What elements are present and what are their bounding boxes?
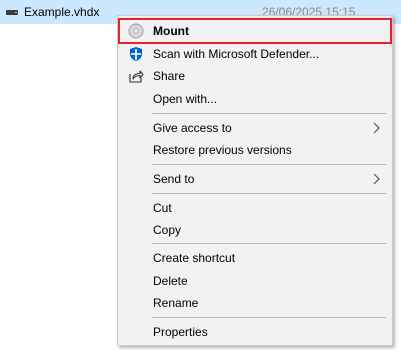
menu-item-label: Scan with Microsoft Defender... [153, 47, 320, 61]
menu-item-properties[interactable]: Properties [118, 321, 392, 343]
defender-shield-icon [128, 46, 144, 62]
chevron-right-icon [369, 172, 383, 186]
menu-item-mount[interactable]: Mount [118, 20, 392, 42]
menu-item-label: Delete [153, 274, 188, 288]
menu-item-label: Cut [153, 201, 172, 215]
menu-item-share[interactable]: Share [118, 65, 392, 87]
menu-item-open-with[interactable]: Open with... [118, 88, 392, 110]
menu-separator [152, 243, 386, 244]
menu-item-defender-scan[interactable]: Scan with Microsoft Defender... [118, 43, 392, 65]
menu-item-label: Share [153, 69, 186, 83]
menu-separator [152, 317, 386, 318]
file-name: Example.vhdx [24, 5, 100, 19]
menu-item-copy[interactable]: Copy [118, 219, 392, 241]
menu-item-give-access[interactable]: Give access to [118, 117, 392, 139]
menu-item-label: Open with... [153, 92, 218, 106]
chevron-right-icon [369, 121, 383, 135]
menu-item-label: Properties [153, 325, 208, 339]
menu-separator [152, 113, 386, 114]
menu-item-label: Restore previous versions [153, 143, 292, 157]
context-menu: Mount Scan with Microsoft Defender... Sh… [117, 15, 393, 346]
menu-item-delete[interactable]: Delete [118, 270, 392, 292]
menu-item-send-to[interactable]: Send to [118, 168, 392, 190]
menu-item-label: Give access to [153, 121, 232, 135]
menu-separator [152, 193, 386, 194]
share-icon [128, 68, 144, 84]
menu-item-rename[interactable]: Rename [118, 292, 392, 314]
menu-item-label: Send to [153, 172, 195, 186]
menu-item-restore-previous-versions[interactable]: Restore previous versions [118, 139, 392, 161]
drive-icon [6, 10, 18, 15]
menu-item-label: Mount [153, 24, 189, 38]
menu-item-label: Rename [153, 296, 199, 310]
menu-item-cut[interactable]: Cut [118, 197, 392, 219]
menu-item-label: Copy [153, 223, 182, 237]
menu-separator [152, 164, 386, 165]
menu-item-create-shortcut[interactable]: Create shortcut [118, 247, 392, 269]
menu-item-label: Create shortcut [153, 251, 236, 265]
disc-icon [128, 23, 144, 39]
